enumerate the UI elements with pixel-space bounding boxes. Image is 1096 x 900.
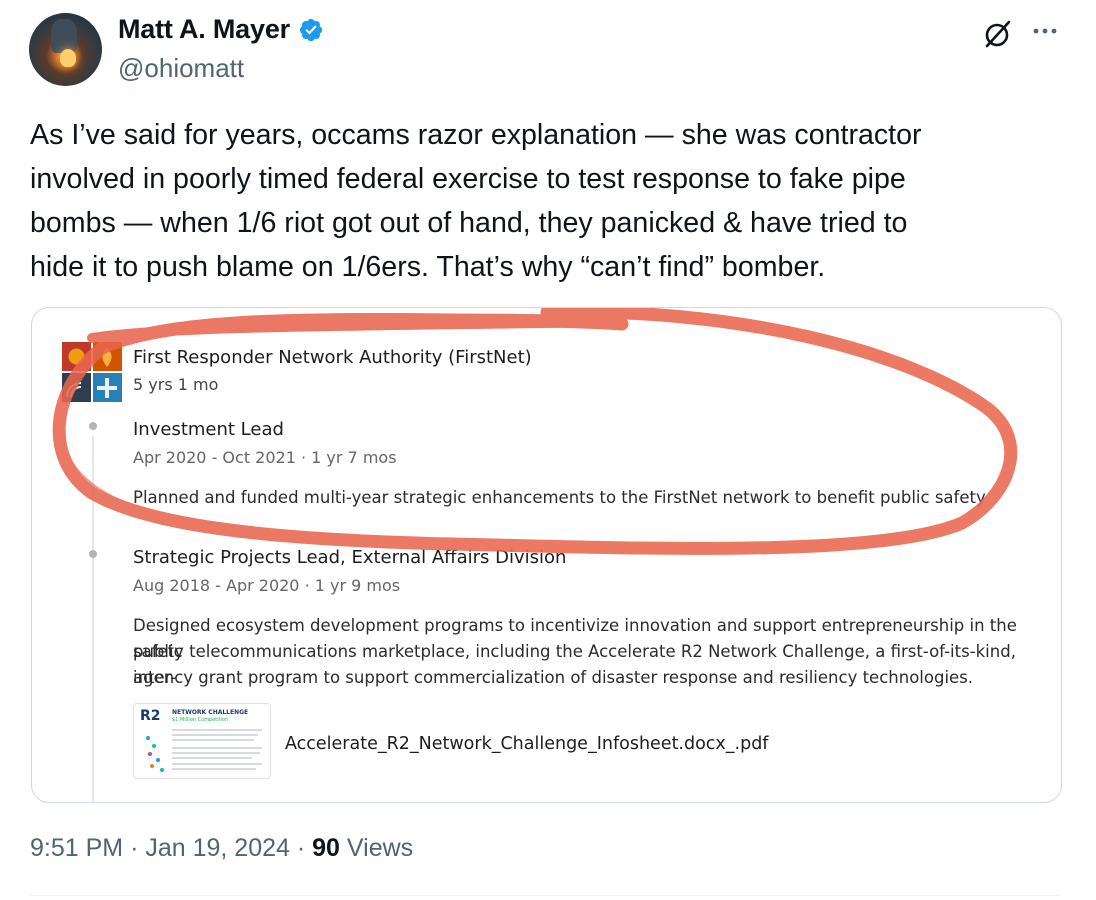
timeline-dot — [89, 422, 97, 430]
document-file-name[interactable]: Accelerate_R2_Network_Challenge_Infoshee… — [285, 734, 768, 754]
views-label: Views — [346, 834, 414, 862]
more-icon[interactable] — [1030, 16, 1060, 46]
tweet-media-image[interactable]: First Responder Network Authority (First… — [31, 307, 1062, 803]
org-name: First Responder Network Authority (First… — [133, 347, 532, 368]
author-name[interactable]: Matt A. Mayer — [118, 14, 290, 45]
position-description-line: agency grant program to support commerci… — [133, 668, 974, 687]
author-handle[interactable]: @ohiomatt — [118, 53, 244, 84]
position-title: Strategic Projects Lead, External Affair… — [133, 547, 567, 568]
thumb-graphic — [146, 729, 262, 772]
views-count: 90 — [312, 834, 340, 862]
timeline-dot — [89, 550, 97, 558]
document-thumbnail: R2 NETWORK CHALLENGE $1 Million Competit… — [133, 703, 271, 779]
tweet-metadata: 9:51 PM · Jan 19, 2024 · 90 Views — [30, 834, 413, 863]
timeline-line — [92, 436, 94, 802]
tweet-text: As I’ve said for years, occams razor exp… — [30, 119, 922, 283]
author-avatar[interactable] — [29, 13, 102, 86]
divider — [30, 895, 1060, 896]
position-title: Investment Lead — [133, 419, 284, 440]
position-dates: Aug 2018 - Apr 2020 · 1 yr 9 mos — [133, 576, 401, 595]
firstnet-logo — [62, 342, 122, 402]
tweet-date[interactable]: Jan 19, 2024 — [145, 834, 290, 862]
position-dates: Apr 2020 - Oct 2021 · 1 yr 7 mos — [133, 448, 397, 467]
tweet-time[interactable]: 9:51 PM — [30, 834, 123, 862]
author-name-row: Matt A. Mayer — [118, 14, 324, 45]
org-duration: 5 yrs 1 mo — [133, 375, 219, 394]
meta-separator: · — [130, 834, 139, 862]
grok-icon[interactable] — [982, 18, 1014, 50]
verified-badge-icon — [298, 17, 324, 43]
position-description: Planned and funded multi-year strategic … — [133, 488, 986, 507]
meta-separator: · — [296, 834, 306, 862]
